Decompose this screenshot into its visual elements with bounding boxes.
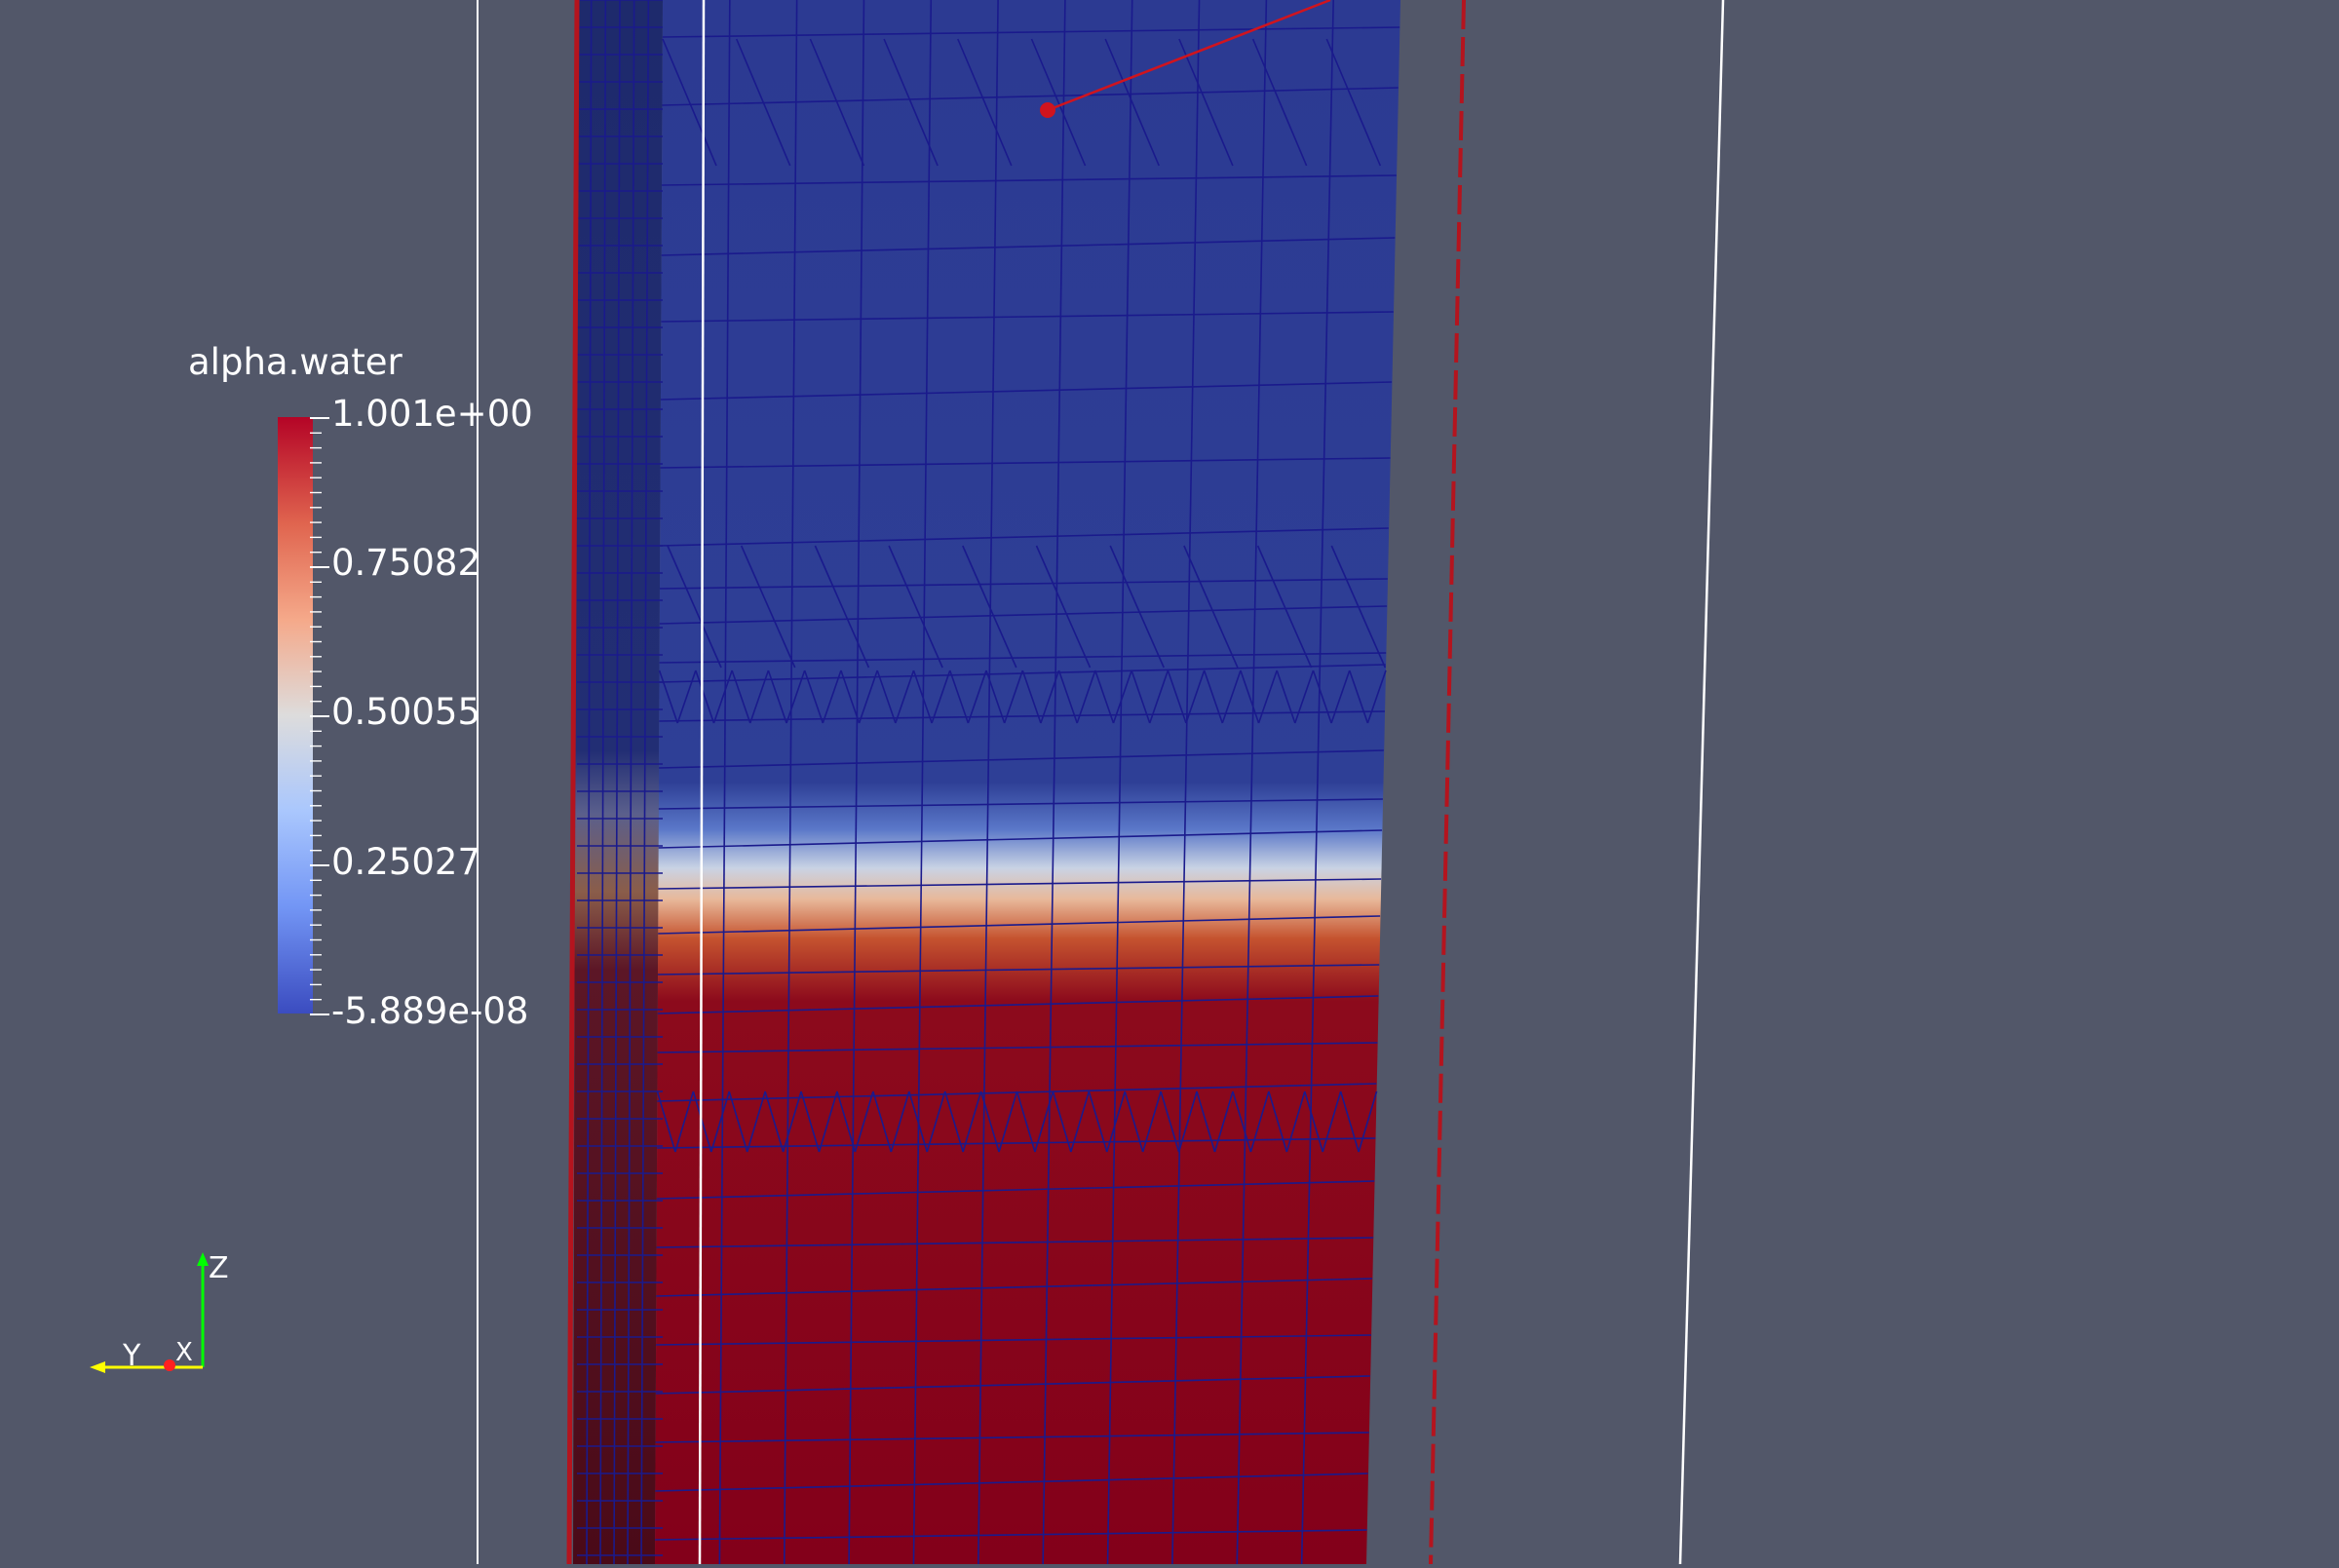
outline-red-right: [1429, 0, 1466, 1565]
y-axis-label: Y: [123, 1339, 141, 1373]
mesh-side-face: [573, 0, 663, 1564]
scalar-bar-label-050: 0.50055: [331, 691, 481, 733]
z-axis-label: Z: [209, 1251, 229, 1285]
render-scene[interactable]: [0, 0, 2339, 1565]
scalar-bar-label-075: 0.75082: [331, 542, 481, 584]
scalar-bar-title: alpha.water: [188, 341, 403, 383]
x-axis-icon: [164, 1359, 175, 1371]
mesh-front-face: [655, 0, 1400, 1564]
render-viewport[interactable]: alpha.water 1.001e+00 0.75082 0.50055 0.…: [0, 0, 2339, 1565]
probe-handle[interactable]: [1040, 102, 1055, 118]
scalar-bar[interactable]: [278, 417, 313, 1013]
x-axis-label: X: [175, 1338, 193, 1367]
scalar-bar-ticks: [310, 417, 329, 1015]
orientation-axes-widget: Z Y X: [88, 1252, 253, 1379]
scalar-bar-label-max: 1.001e+00: [331, 393, 533, 435]
scalar-bar-label-025: 0.25027: [331, 841, 481, 883]
outline-white-3: [1678, 0, 1725, 1565]
scalar-bar-label-min: -5.889e-08: [331, 990, 529, 1032]
